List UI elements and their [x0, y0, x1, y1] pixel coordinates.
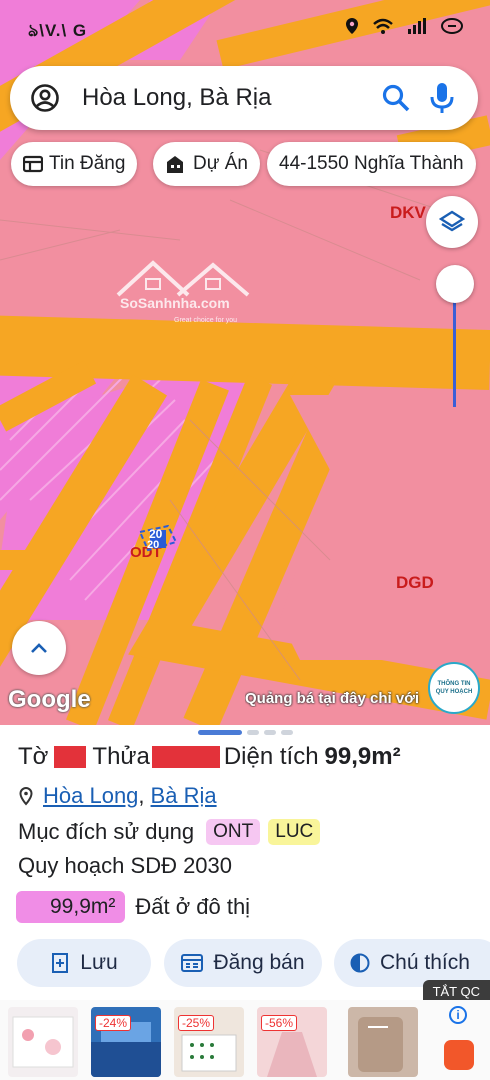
- chip-projects[interactable]: Dự Án: [153, 142, 260, 186]
- location-icon: [346, 18, 358, 34]
- location-separator: ,: [138, 783, 145, 808]
- shop-app-icon[interactable]: [444, 1040, 474, 1070]
- planning-map[interactable]: ঌ\V.\ G Tin Đăng Dự Án 44-1550 Nghĩa Thà…: [0, 0, 490, 725]
- location-pin-icon: [19, 786, 33, 806]
- ad-product-image[interactable]: [348, 1007, 418, 1077]
- google-logo: Google: [8, 686, 91, 713]
- parcel-number: 20: [147, 539, 160, 551]
- chip-coordinate[interactable]: 44-1550 Nghĩa Thành: [267, 142, 476, 186]
- watermark-brand: SoSanhnha.com: [120, 295, 230, 311]
- listing-icon: [23, 155, 43, 173]
- battery-icon: [441, 18, 463, 34]
- plot-number-label: Thửa: [92, 743, 150, 770]
- wifi-icon: [373, 18, 393, 34]
- status-time: ঌ\V.\ G: [28, 21, 88, 40]
- chevron-up-icon: [31, 643, 47, 653]
- discount-badge: -24%: [95, 1015, 132, 1031]
- land-use-tag-ont: ONT: [206, 819, 261, 845]
- zone-label-dgd: DGD: [396, 573, 434, 592]
- parcel-detail-sheet: Tờ Thửa Diện tích 99,9m² Hòa Long , Bà R…: [0, 725, 490, 1000]
- redacted-sheet-number: [54, 746, 87, 768]
- ad-info-icon[interactable]: i: [449, 1006, 467, 1024]
- map-ad-text[interactable]: Quảng bá tại đây chỉ với: [245, 690, 430, 707]
- page-dot: [264, 730, 276, 735]
- post-label: Đăng bán: [213, 951, 305, 974]
- save-button[interactable]: Lưu: [17, 939, 151, 987]
- page-dot: [281, 730, 293, 735]
- ad-product-image[interactable]: -24%: [91, 1007, 161, 1077]
- sheet-number-label: Tờ: [18, 743, 49, 770]
- city-link[interactable]: Bà Rịa: [151, 783, 217, 809]
- search-input[interactable]: [82, 84, 372, 112]
- bookmark-add-icon: [52, 953, 69, 973]
- watermark-tagline: Great choice for you: [174, 317, 238, 324]
- search-bar[interactable]: [10, 66, 478, 130]
- page-dot-active: [198, 730, 242, 735]
- ad-product-image[interactable]: -25%: [174, 1007, 244, 1077]
- layers-button[interactable]: [426, 196, 478, 248]
- chip-label: 44-1550 Nghĩa Thành: [279, 153, 464, 174]
- status-bar: ঌ\V.\ G: [0, 0, 490, 58]
- planned-area-description: Đất ở đô thị: [135, 894, 251, 919]
- house-logo-icon: [116, 260, 250, 297]
- building-icon: [167, 156, 183, 173]
- planned-area-row: 99,9m² Đất ở đô thị: [16, 891, 250, 923]
- legend-label: Chú thích: [380, 951, 470, 974]
- status-icons: [344, 17, 464, 35]
- land-use-label: Mục đích sử dụng: [18, 819, 195, 844]
- save-label: Lưu: [80, 951, 118, 974]
- planned-area-value: 99,9m²: [16, 891, 126, 923]
- ad-product-image[interactable]: -56%: [257, 1007, 327, 1077]
- discount-badge: -56%: [261, 1015, 298, 1031]
- contrast-icon: [350, 953, 370, 973]
- search-icon[interactable]: [380, 82, 412, 114]
- area-value: 99,9m²: [324, 743, 401, 770]
- listing-icon: [181, 954, 204, 972]
- ad-banner[interactable]: -24% -25% -56% i: [0, 1000, 490, 1080]
- info-logo-line1: THÔNG TIN: [437, 681, 471, 687]
- account-icon[interactable]: [30, 83, 60, 113]
- page-indicator: [198, 730, 293, 735]
- land-use-tag-luc: LUC: [268, 819, 321, 845]
- area-label: Diện tích: [223, 743, 319, 770]
- post-for-sale-button[interactable]: Đăng bán: [164, 939, 322, 987]
- zone-label-dkv: DKV: [390, 203, 426, 222]
- plan-2030-label: Quy hoạch SDĐ 2030: [18, 853, 233, 878]
- planning-info-logo[interactable]: THÔNG TIN QUY HOẠCH: [428, 662, 480, 714]
- ward-link[interactable]: Hòa Long: [43, 783, 138, 809]
- watermark-logo: SoSanhnha.com Great choice for you: [108, 255, 258, 330]
- chip-listings[interactable]: Tin Đăng: [11, 142, 138, 186]
- signal-icon: [408, 18, 426, 34]
- info-logo-line2: QUY HOẠCH: [435, 689, 473, 695]
- chip-label: Tin Đăng: [49, 153, 126, 174]
- mic-icon[interactable]: [428, 81, 456, 115]
- expand-button[interactable]: [12, 621, 66, 675]
- land-use-row: Mục đích sử dụng ONT LUC: [18, 819, 321, 845]
- ad-product-image[interactable]: [8, 1007, 78, 1077]
- opacity-slider-track[interactable]: [453, 285, 456, 407]
- location-row: Hòa Long , Bà Rịa: [18, 783, 217, 809]
- layers-icon: [439, 210, 465, 232]
- opacity-slider-thumb[interactable]: [436, 265, 474, 303]
- page-dot: [247, 730, 259, 735]
- redacted-plot-number: [151, 746, 220, 768]
- parcel-title: Tờ Thửa Diện tích 99,9m²: [18, 743, 401, 771]
- chip-label: Dự Án: [193, 153, 248, 174]
- discount-badge: -25%: [178, 1015, 215, 1031]
